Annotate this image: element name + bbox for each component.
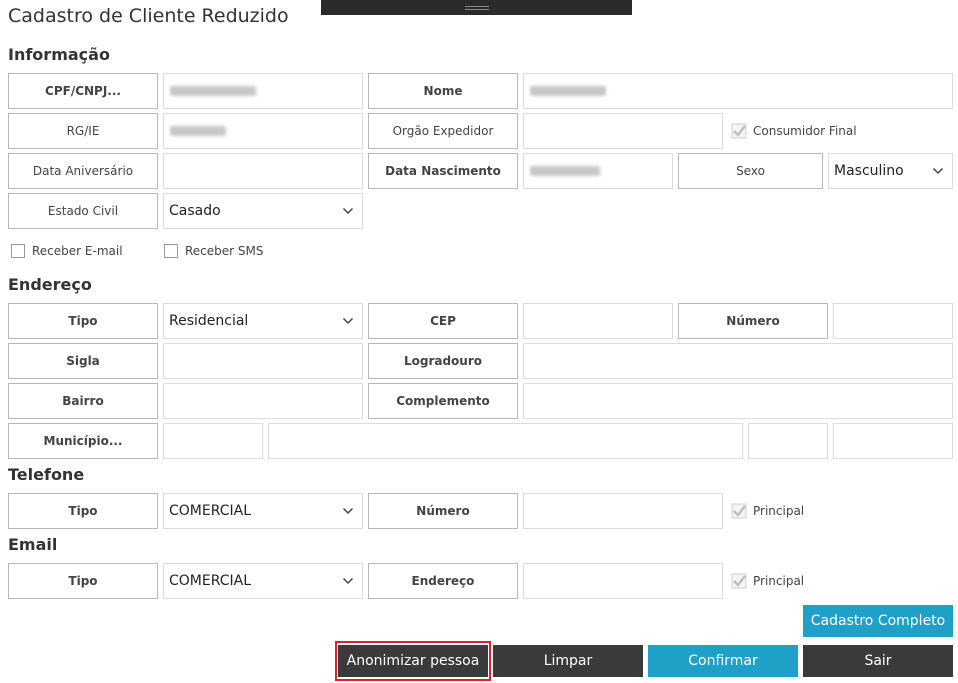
chevron-down-icon [334,304,362,338]
email-endereco-label: Endereço [368,563,518,599]
sexo-select[interactable]: Masculino [828,153,953,189]
email-tipo-label: Tipo [8,563,158,599]
receber-email-checkbox[interactable]: Receber E-mail [11,244,123,258]
grip-icon [465,6,489,10]
chevron-down-icon [334,564,362,598]
rg-ie-field[interactable] [163,113,363,149]
confirmar-button[interactable]: Confirmar [648,645,798,677]
estado-civil-select[interactable]: Casado [163,193,363,229]
rg-ie-label: RG/IE [8,113,158,149]
endereco-tipo-label: Tipo [8,303,158,339]
section-title-endereco: Endereço [8,275,92,294]
checkbox-box [164,244,178,258]
receber-email-label: Receber E-mail [32,244,123,258]
email-tipo-select[interactable]: COMERCIAL [163,563,363,599]
cep-label: CEP [368,303,518,339]
telefone-tipo-label: Tipo [8,493,158,529]
checkmark-icon [731,573,747,589]
orgao-expedidor-field[interactable] [523,113,723,149]
email-endereco-field[interactable] [523,563,723,599]
cpf-cnpj-field[interactable] [163,73,363,109]
complemento-label: Complemento [368,383,518,419]
municipio-search-button[interactable]: Município... [8,423,158,459]
sair-button[interactable]: Sair [803,645,953,677]
endereco-tipo-selected-value: Residencial [169,313,249,329]
consumidor-final-checkbox[interactable]: Consumidor Final [731,123,857,139]
anonimizar-pessoa-button[interactable]: Anonimizar pessoa [338,645,488,677]
endereco-tipo-select[interactable]: Residencial [163,303,363,339]
receber-sms-label: Receber SMS [185,244,264,258]
municipio-name-field[interactable] [268,423,743,459]
endereco-numero-field[interactable] [833,303,953,339]
endereco-numero-label: Número [678,303,828,339]
municipio-code-field[interactable] [163,423,263,459]
checkbox-box [11,244,25,258]
page-title: Cadastro de Cliente Reduzido [8,5,289,27]
data-aniversario-field[interactable] [163,153,363,189]
section-title-telefone: Telefone [8,465,85,484]
municipio-extra-field[interactable] [833,423,953,459]
telefone-numero-label: Número [368,493,518,529]
email-principal-checkbox[interactable]: Principal [731,573,804,589]
telefone-numero-field[interactable] [523,493,723,529]
logradouro-label: Logradouro [368,343,518,379]
sexo-label: Sexo [678,153,823,189]
email-principal-label: Principal [753,574,805,588]
email-tipo-selected-value: COMERCIAL [169,573,252,589]
bairro-label: Bairro [8,383,158,419]
redacted-value [530,86,606,96]
data-nascimento-label: Data Nascimento [368,153,518,189]
checkmark-icon [731,123,747,139]
telefone-principal-label: Principal [753,504,805,518]
redacted-value [170,126,226,136]
data-aniversario-label: Data Aniversário [8,153,158,189]
logradouro-field[interactable] [523,343,953,379]
window-drag-handle[interactable] [321,0,632,15]
telefone-tipo-selected-value: COMERCIAL [169,503,252,519]
section-title-informacao: Informação [8,45,110,64]
estado-civil-label: Estado Civil [8,193,158,229]
estado-civil-selected-value: Casado [169,203,221,219]
checkmark-icon [731,503,747,519]
municipio-uf-field[interactable] [748,423,828,459]
complemento-field[interactable] [523,383,953,419]
sexo-selected-value: Masculino [834,163,904,179]
nome-label: Nome [368,73,518,109]
nome-field[interactable] [523,73,953,109]
sigla-label: Sigla [8,343,158,379]
sigla-field[interactable] [163,343,363,379]
cadastro-completo-button[interactable]: Cadastro Completo [803,605,953,637]
telefone-principal-checkbox[interactable]: Principal [731,503,804,519]
cep-field[interactable] [523,303,673,339]
redacted-value [530,166,600,176]
consumidor-final-label: Consumidor Final [753,124,857,138]
redacted-value [170,86,256,96]
bairro-field[interactable] [163,383,363,419]
chevron-down-icon [334,494,362,528]
limpar-button[interactable]: Limpar [493,645,643,677]
orgao-expedidor-label: Orgão Expedidor [368,113,518,149]
receber-sms-checkbox[interactable]: Receber SMS [164,244,264,258]
cpf-cnpj-search-button[interactable]: CPF/CNPJ... [8,73,158,109]
data-nascimento-field[interactable] [523,153,673,189]
chevron-down-icon [924,154,952,188]
telefone-tipo-select[interactable]: COMERCIAL [163,493,363,529]
section-title-email: Email [8,535,58,554]
chevron-down-icon [334,194,362,228]
